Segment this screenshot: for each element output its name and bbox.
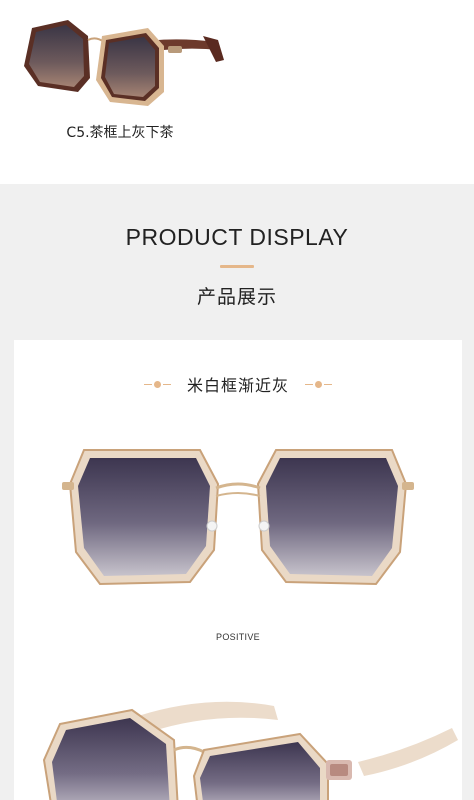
section-title: PRODUCT DISPLAY bbox=[125, 224, 349, 250]
product-display-section: PRODUCT DISPLAY 产品展示 米白框渐近灰 POSITIVE bbox=[0, 184, 474, 800]
product-card: 米白框渐近灰 POSITIVE bbox=[14, 340, 462, 800]
title-underline-divider bbox=[220, 265, 254, 268]
sunglasses-brown-frame-image bbox=[24, 20, 224, 106]
sunglasses-angled-view-image bbox=[42, 701, 458, 800]
top-variant-section: C5.茶框上灰下茶 bbox=[0, 0, 474, 184]
color-name-label: 米白框渐近灰 bbox=[186, 376, 289, 395]
view-angle-label: POSITIVE bbox=[216, 632, 260, 642]
sunglasses-front-view-image bbox=[62, 449, 414, 586]
section-subtitle: 产品展示 bbox=[196, 286, 277, 308]
color-header: 米白框渐近灰 bbox=[14, 372, 462, 396]
right-decorative-dot-icon bbox=[305, 380, 332, 388]
left-decorative-dot-icon bbox=[143, 380, 171, 388]
variant-caption: C5.茶框上灰下茶 bbox=[66, 125, 174, 141]
